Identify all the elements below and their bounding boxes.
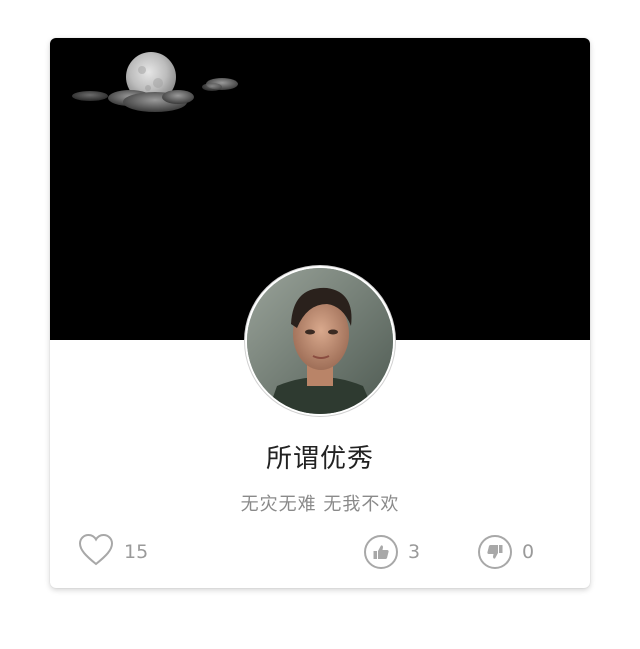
avatar[interactable] <box>245 266 395 416</box>
profile-bio: 无灾无难 无我不欢 <box>240 494 400 515</box>
thumbs-down-icon <box>478 535 512 569</box>
profile-name: 所谓优秀 <box>265 444 374 474</box>
profile-card: 所谓优秀 无灾无难 无我不欢 15 3 0 <box>50 38 590 588</box>
thumbs-up-icon <box>364 535 398 569</box>
like-count: 15 <box>124 541 149 563</box>
downvote-count: 0 <box>522 541 535 563</box>
downvote-button[interactable]: 0 <box>478 532 534 572</box>
upvote-button[interactable]: 3 <box>364 532 420 572</box>
avatar-portrait <box>247 268 393 414</box>
heart-icon <box>78 533 114 571</box>
like-button[interactable]: 15 <box>78 532 148 572</box>
upvote-count: 3 <box>408 541 421 563</box>
